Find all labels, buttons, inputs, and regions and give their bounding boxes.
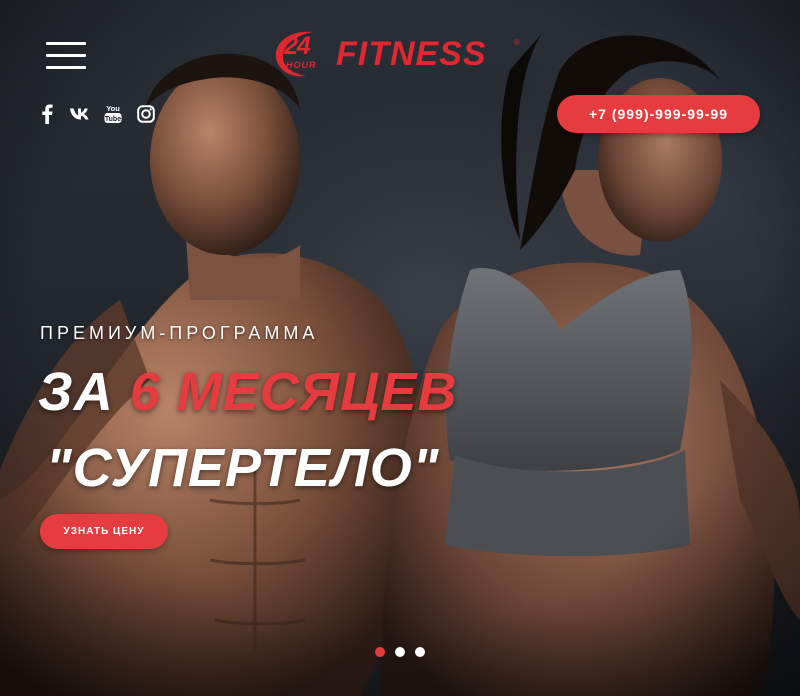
svg-text:You: You [106, 104, 120, 113]
menu-button[interactable] [46, 42, 86, 70]
social-links: You Tube [36, 102, 168, 126]
hero-eyebrow: ПРЕМИУМ-ПРОГРАММА [40, 323, 319, 343]
logo-hour-label: HOUR [286, 60, 317, 70]
hero-headline: ЗА 6 МЕСЯЦЕВ [38, 360, 458, 424]
logo[interactable]: 24 HOUR FITNESS ® [272, 26, 522, 82]
hero-headline-title: "СУПЕРТЕЛО" [46, 438, 440, 498]
slider-dots [375, 647, 435, 657]
youtube-icon[interactable]: You Tube [102, 103, 124, 125]
hamburger-icon-bar [46, 54, 86, 57]
hamburger-icon-bar [46, 66, 86, 69]
logo-number: 24 [284, 32, 311, 60]
svg-text:Tube: Tube [105, 116, 121, 123]
slider-dot-1[interactable] [375, 647, 385, 657]
logo-wordmark: FITNESS [336, 35, 487, 73]
hamburger-icon-bar [46, 42, 86, 45]
logo-registered-mark: ® [514, 38, 520, 47]
hero-headline-highlight: 6 МЕСЯЦЕВ [129, 362, 458, 422]
slider-dot-2[interactable] [395, 647, 405, 657]
hero-section: 24 HOUR FITNESS ® You Tube +7 (999)-999-… [0, 0, 800, 696]
hero-headline-prefix: ЗА [38, 362, 114, 422]
facebook-icon[interactable] [36, 103, 58, 125]
vk-icon[interactable] [69, 103, 91, 125]
slider-dot-3[interactable] [415, 647, 425, 657]
phone-button[interactable]: +7 (999)-999-99-99 [557, 95, 760, 133]
get-price-button[interactable]: УЗНАТЬ ЦЕНУ [40, 514, 168, 549]
instagram-icon[interactable] [135, 103, 157, 125]
